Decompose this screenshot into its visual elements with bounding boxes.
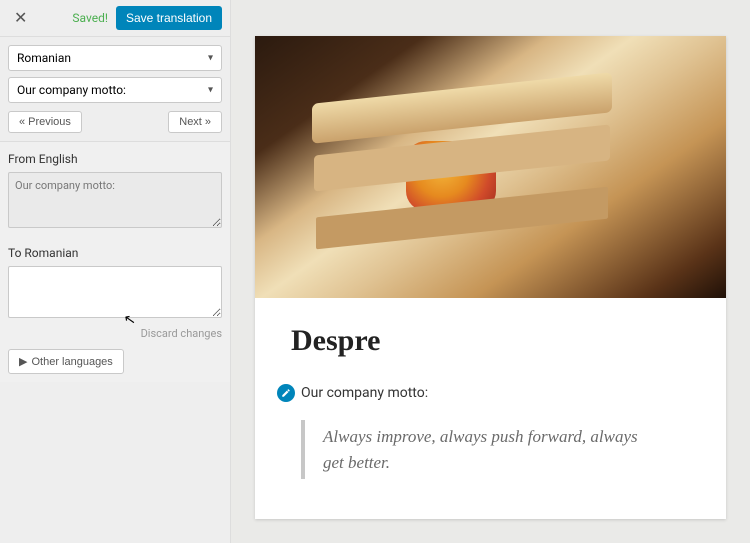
previous-button[interactable]: « Previous	[8, 111, 82, 133]
string-select[interactable]: Our company motto:	[8, 77, 222, 103]
edit-icon[interactable]	[277, 384, 295, 402]
other-languages-label: Other languages	[31, 356, 112, 368]
nav-row: « Previous Next »	[0, 111, 230, 142]
from-label: From English	[8, 152, 222, 166]
string-select-value: Our company motto:	[17, 83, 126, 97]
language-select[interactable]: Romanian	[8, 45, 222, 71]
preview-pane: Despre Our company motto: Always improve…	[231, 0, 750, 543]
from-textarea	[8, 172, 222, 228]
close-button[interactable]: ✕	[8, 6, 33, 30]
page-title: Despre	[291, 324, 690, 358]
other-languages-button[interactable]: ▶ Other languages	[8, 349, 124, 374]
play-icon: ▶	[19, 355, 27, 368]
article-body: Despre Our company motto: Always improve…	[255, 298, 726, 519]
save-translation-button[interactable]: Save translation	[116, 6, 222, 30]
motto-label: Our company motto:	[301, 385, 428, 401]
sidebar-header: ✕ Saved! Save translation	[0, 0, 230, 37]
content-card: Despre Our company motto: Always improve…	[255, 36, 726, 519]
chevron-right-icon: »	[205, 116, 211, 128]
language-select-value: Romanian	[17, 51, 71, 65]
motto-row: Our company motto:	[277, 384, 690, 402]
to-textarea[interactable]	[8, 266, 222, 318]
previous-label: Previous	[28, 116, 71, 128]
translate-body: From English To Romanian Discard changes…	[0, 142, 230, 382]
chevron-left-icon: «	[19, 116, 25, 128]
preview-top-bar	[231, 0, 750, 12]
next-button[interactable]: Next »	[168, 111, 222, 133]
selector-group: Romanian Our company motto:	[0, 37, 230, 111]
translation-sidebar: ✕ Saved! Save translation Romanian Our c…	[0, 0, 231, 543]
hero-image	[255, 36, 726, 298]
to-label: To Romanian	[8, 246, 222, 260]
saved-status: Saved!	[72, 11, 108, 25]
next-label: Next	[179, 116, 202, 128]
quote-block: Always improve, always push forward, alw…	[301, 420, 641, 479]
discard-changes-link[interactable]: Discard changes	[141, 327, 222, 340]
